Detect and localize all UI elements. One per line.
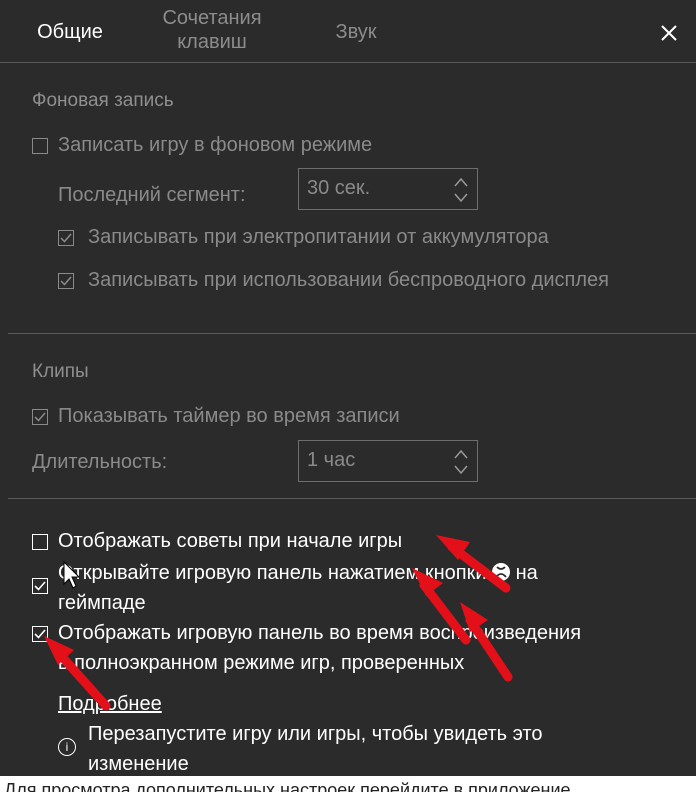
tips-checkbox[interactable] (32, 534, 48, 550)
bottom-note-bar: Для просмотра дополнительных настроек пе… (0, 776, 696, 792)
game-bar-settings-dialog: Общие Сочетания клавиш Звук Фоновая запи… (0, 0, 696, 792)
fullscreen-label: Отображать игровую панель во время воспр… (58, 622, 582, 644)
timer-checkbox[interactable] (32, 409, 48, 425)
stepper-arrows-icon[interactable] (453, 174, 469, 206)
duration-label: Длительность: (32, 451, 168, 473)
last-segment-stepper[interactable]: 30 сек. (298, 168, 478, 210)
tips-label: Отображать советы при начале игры (58, 530, 403, 552)
tab-general[interactable]: Общие (30, 20, 110, 44)
fullscreen-checkbox[interactable] (32, 626, 48, 642)
wireless-display-label: Записывать при использовании беспроводно… (88, 269, 609, 291)
section-divider (8, 333, 696, 334)
timer-label: Показывать таймер во время записи (58, 405, 400, 427)
bottom-note: Для просмотра дополнительных настроек пе… (4, 780, 571, 792)
xbox-icon (492, 563, 511, 581)
stepper-arrows-icon[interactable] (453, 446, 469, 478)
tab-sound[interactable]: Звук (326, 20, 386, 44)
section-title-clips: Клипы (32, 361, 89, 382)
restart-note-line2: изменение (88, 753, 189, 775)
gamepad-label-suffix: на (515, 562, 538, 584)
wireless-display-checkbox[interactable] (58, 273, 74, 289)
gamepad-label: Открывайте игровую панель нажатием кнопк… (58, 561, 538, 585)
record-game-checkbox[interactable] (32, 138, 48, 154)
section-title-background-recording: Фоновая запись (32, 90, 174, 111)
fullscreen-label-line2: в полноэкранном режиме игр, проверенных (58, 652, 465, 674)
tab-shortcuts[interactable]: Сочетания клавиш (150, 6, 274, 54)
battery-label: Записывать при электропитании от аккумул… (88, 226, 549, 248)
gamepad-checkbox[interactable] (32, 578, 48, 594)
section-divider (8, 498, 696, 499)
more-info-link[interactable]: Подробнее (58, 693, 162, 716)
last-segment-label: Последний сегмент: (58, 184, 246, 206)
battery-checkbox[interactable] (58, 230, 74, 246)
record-game-label: Записать игру в фоновом режиме (58, 134, 373, 156)
duration-stepper[interactable]: 1 час (298, 440, 478, 482)
info-icon: i (58, 738, 76, 756)
duration-value: 1 час (307, 449, 356, 471)
last-segment-value: 30 сек. (307, 177, 371, 199)
tabs-divider (0, 62, 696, 63)
gamepad-label-text: Открывайте игровую панель нажатием кнопк… (58, 562, 487, 584)
tab-bar: Общие Сочетания клавиш Звук (0, 0, 696, 64)
restart-note: Перезапустите игру или игры, чтобы увиде… (88, 723, 543, 745)
gamepad-label-line2: геймпаде (58, 592, 146, 614)
close-icon[interactable] (656, 20, 682, 46)
